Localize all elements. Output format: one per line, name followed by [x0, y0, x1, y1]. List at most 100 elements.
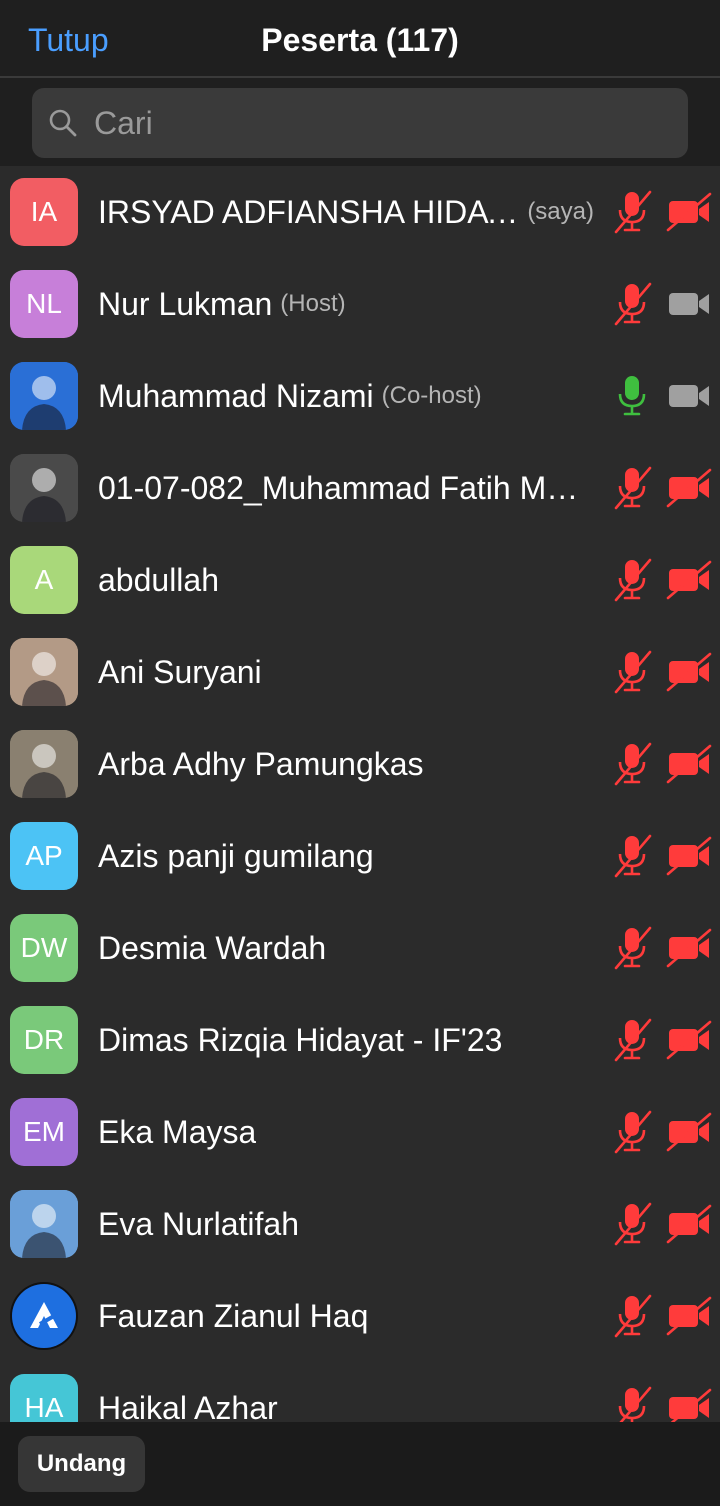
participant-row[interactable]: Ani Suryani	[0, 626, 720, 718]
participant-name-line: IRSYAD ADFIANSHA HIDAYAT (saya)	[98, 166, 594, 258]
participant-name-line: Eva Nurlatifah	[98, 1178, 594, 1270]
participant-row[interactable]: Muhammad Nizami (Co-host)	[0, 350, 720, 442]
avatar: EM	[10, 1098, 78, 1166]
mic-muted-icon[interactable]	[610, 280, 654, 328]
participant-name: Desmia Wardah	[98, 929, 327, 966]
participant-row[interactable]: EM Eka Maysa	[0, 1086, 720, 1178]
participant-row[interactable]: DR Dimas Rizqia Hidayat - IF'23	[0, 994, 720, 1086]
participant-role: (Co-host)	[381, 382, 482, 409]
participant-name-line: Ani Suryani	[98, 626, 594, 718]
participant-name-line: abdullah	[98, 534, 594, 626]
video-off-icon[interactable]	[666, 1112, 712, 1152]
video-off-icon[interactable]	[666, 652, 712, 692]
mic-muted-icon[interactable]	[610, 1108, 654, 1156]
participant-row[interactable]: IA IRSYAD ADFIANSHA HIDAYAT (saya)	[0, 166, 720, 258]
video-off-icon[interactable]	[666, 192, 712, 232]
participant-name: Fauzan Zianul Haq	[98, 1297, 369, 1334]
video-off-icon[interactable]	[666, 1204, 712, 1244]
participant-role: (saya)	[527, 198, 594, 225]
bottom-bar: Undang	[0, 1422, 720, 1506]
avatar-initials: IA	[30, 196, 58, 227]
participant-row[interactable]: HA Haikal Azhar	[0, 1362, 720, 1422]
avatar-photo	[10, 1190, 78, 1258]
video-off-icon[interactable]	[666, 468, 712, 508]
avatar: AP	[10, 822, 78, 890]
participant-name: abdullah	[98, 561, 219, 598]
video-off-icon[interactable]	[666, 1020, 712, 1060]
person-silhouette-icon	[10, 1190, 78, 1258]
mic-muted-icon[interactable]	[610, 648, 654, 696]
video-off-icon[interactable]	[666, 1388, 712, 1422]
video-off-icon[interactable]	[666, 928, 712, 968]
mic-muted-icon[interactable]	[610, 1384, 654, 1422]
participant-name: Eka Maysa	[98, 1113, 257, 1150]
participant-name: Haikal Azhar	[98, 1389, 278, 1423]
participant-name-line: 01-07-082_Muhammad Fatih Mau...	[98, 442, 594, 534]
participant-name: Azis panji gumilang	[98, 837, 374, 874]
person-silhouette-icon	[10, 362, 78, 430]
mic-muted-icon[interactable]	[610, 188, 654, 236]
participant-name: Muhammad Nizami	[98, 377, 374, 414]
mic-muted-icon[interactable]	[610, 1016, 654, 1064]
participant-name-line: Fauzan Zianul Haq	[98, 1270, 594, 1362]
avatar: IA	[10, 178, 78, 246]
mic-muted-icon[interactable]	[610, 740, 654, 788]
participant-row[interactable]: Arba Adhy Pamungkas	[0, 718, 720, 810]
avatar: NL	[10, 270, 78, 338]
avatar-initials: DW	[20, 932, 68, 963]
participant-row[interactable]: Fauzan Zianul Haq	[0, 1270, 720, 1362]
avatar-initials: DR	[23, 1024, 65, 1055]
avatar-initials: EM	[23, 1116, 65, 1147]
participant-row[interactable]: Eva Nurlatifah	[0, 1178, 720, 1270]
participant-row[interactable]: 01-07-082_Muhammad Fatih Mau...	[0, 442, 720, 534]
participant-name-line: Haikal Azhar	[98, 1362, 594, 1423]
participant-row[interactable]: DW Desmia Wardah	[0, 902, 720, 994]
search-icon	[49, 109, 77, 137]
avatar: A	[10, 546, 78, 614]
video-on-icon[interactable]	[666, 284, 712, 324]
avatar-photo	[10, 730, 78, 798]
search-input[interactable]	[94, 88, 674, 158]
video-off-icon[interactable]	[666, 836, 712, 876]
mic-on-icon[interactable]	[610, 372, 654, 420]
avatar-initials: AP	[25, 840, 63, 871]
participant-row[interactable]: NL Nur Lukman (Host)	[0, 258, 720, 350]
avatar-initials: HA	[24, 1392, 64, 1422]
search-bar	[0, 78, 720, 166]
participant-name: 01-07-082_Muhammad Fatih Mau...	[98, 469, 594, 506]
participant-name: Ani Suryani	[98, 653, 262, 690]
avatar-photo	[10, 638, 78, 706]
avatar-photo	[10, 454, 78, 522]
mic-muted-icon[interactable]	[610, 556, 654, 604]
avatar: DW	[10, 914, 78, 982]
participant-name-line: Eka Maysa	[98, 1086, 594, 1178]
invite-button[interactable]: Undang	[18, 1436, 145, 1492]
avatar	[10, 1282, 78, 1350]
mic-muted-icon[interactable]	[610, 464, 654, 512]
participant-list[interactable]: IA IRSYAD ADFIANSHA HIDAYAT (saya) NL Nur Lu…	[0, 166, 720, 1422]
search-box[interactable]	[32, 88, 688, 158]
top-bar: Tutup Peserta (117)	[0, 0, 720, 78]
participant-name-line: Dimas Rizqia Hidayat - IF'23	[98, 994, 594, 1086]
participant-name-line: Arba Adhy Pamungkas	[98, 718, 594, 810]
mic-muted-icon[interactable]	[610, 924, 654, 972]
participant-name: Dimas Rizqia Hidayat - IF'23	[98, 1021, 503, 1058]
participant-row[interactable]: Aabdullah	[0, 534, 720, 626]
page-title: Peserta (117)	[261, 22, 459, 58]
video-off-icon[interactable]	[666, 744, 712, 784]
video-off-icon[interactable]	[666, 1296, 712, 1336]
person-silhouette-icon	[10, 638, 78, 706]
participant-name-line: Nur Lukman (Host)	[98, 258, 594, 350]
avatar-photo	[10, 362, 78, 430]
video-on-icon[interactable]	[666, 376, 712, 416]
mic-muted-icon[interactable]	[610, 832, 654, 880]
avatar-initials: A	[34, 564, 54, 595]
mic-muted-icon[interactable]	[610, 1200, 654, 1248]
person-silhouette-icon	[10, 730, 78, 798]
participant-row[interactable]: AP Azis panji gumilang	[0, 810, 720, 902]
mic-muted-icon[interactable]	[610, 1292, 654, 1340]
person-silhouette-icon	[10, 454, 78, 522]
avatar: HA	[10, 1374, 78, 1422]
participant-name-line: Azis panji gumilang	[98, 810, 594, 902]
video-off-icon[interactable]	[666, 560, 712, 600]
